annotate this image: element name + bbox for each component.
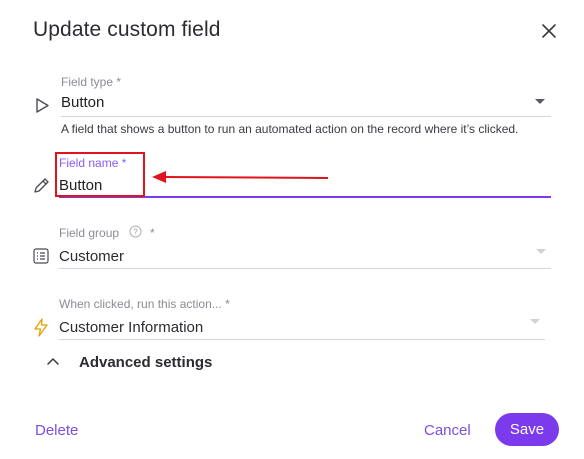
field-group-dropdown-icon[interactable]: [536, 249, 546, 254]
annotation-arrow: [152, 171, 329, 183]
close-icon[interactable]: [540, 22, 558, 40]
list-icon: [33, 248, 49, 264]
field-group-underline: [59, 268, 551, 269]
dialog-title: Update custom field: [33, 18, 221, 41]
advanced-settings-toggle[interactable]: Advanced settings: [79, 354, 212, 371]
field-group-value[interactable]: Customer: [59, 248, 124, 265]
svg-text:?: ?: [133, 228, 138, 237]
question-circle-icon[interactable]: ?: [129, 225, 142, 238]
action-dropdown-icon[interactable]: [530, 319, 540, 324]
field-type-help-text: A field that shows a button to run an au…: [61, 122, 519, 136]
annotation-highlight-box: [55, 152, 145, 197]
field-group-label: Field group: [59, 226, 120, 240]
action-underline: [59, 339, 545, 340]
field-type-underline: [61, 116, 551, 117]
lightning-icon: [34, 318, 48, 337]
field-type-value[interactable]: Button: [61, 94, 104, 111]
chevron-up-icon[interactable]: [46, 356, 60, 366]
action-value[interactable]: Customer Information: [59, 319, 203, 336]
action-label: When clicked, run this action... *: [59, 297, 230, 311]
save-button[interactable]: Save: [495, 413, 559, 446]
field-type-label: Field type *: [61, 75, 122, 89]
delete-button[interactable]: Delete: [35, 422, 78, 439]
field-group-required-mark: *: [150, 226, 155, 240]
cancel-button[interactable]: Cancel: [424, 422, 471, 439]
field-type-dropdown-icon[interactable]: [535, 99, 545, 104]
pen-icon: [34, 178, 49, 193]
play-icon: [36, 98, 49, 113]
